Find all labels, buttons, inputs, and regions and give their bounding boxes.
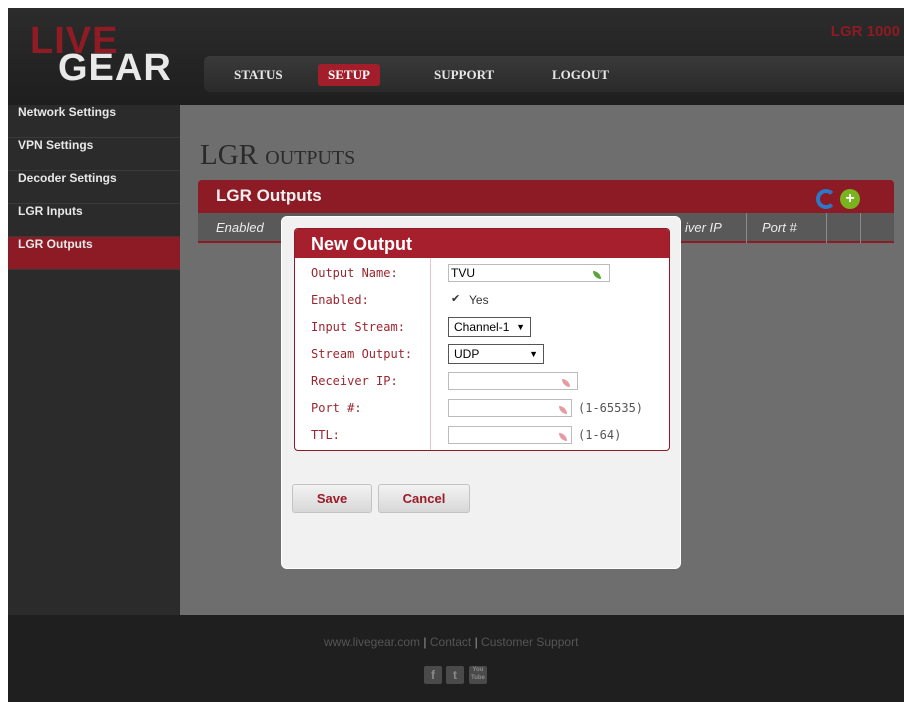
column-port: Port # (762, 220, 797, 235)
nav-support[interactable]: SUPPORT (424, 64, 504, 86)
label-port: Port #: (311, 401, 362, 415)
footer: www.livegear.com | Contact | Customer Su… (8, 615, 904, 702)
sidebar-item-network-settings[interactable]: Network Settings (8, 105, 180, 138)
panel-header: LGR Outputs + (198, 180, 894, 213)
label-input-stream: Input Stream: (311, 320, 405, 334)
cancel-button[interactable]: Cancel (378, 484, 470, 513)
add-icon[interactable]: + (840, 189, 860, 209)
input-stream-select[interactable]: Channel-1 ▼ (448, 317, 531, 337)
logo-bottom: GEAR (58, 47, 172, 89)
dropdown-arrow-icon: ▼ (529, 349, 538, 359)
youtube-icon[interactable]: You Tube (469, 666, 487, 684)
footer-link-support[interactable]: Customer Support (481, 635, 578, 649)
footer-separator: | (474, 635, 478, 649)
label-stream-output: Stream Output: (311, 347, 413, 361)
ttl-range-hint: (1-64) (578, 428, 622, 442)
header: LIVE GEAR LGR 1000 STATUS SETUP SUPPORT … (8, 8, 904, 105)
label-output-name: Output Name: (311, 266, 398, 280)
sidebar-item-decoder-settings[interactable]: Decoder Settings (8, 171, 180, 204)
enabled-yes-label: Yes (469, 293, 489, 307)
nav-logout[interactable]: LOGOUT (542, 64, 619, 86)
row-input-stream: Input Stream: Channel-1 ▼ (295, 314, 669, 341)
label-enabled: Enabled: (311, 293, 369, 307)
sidebar-item-lgr-inputs[interactable]: LGR Inputs (8, 204, 180, 237)
column-receiver-ip: iver IP (685, 220, 722, 235)
device-model: LGR 1000 (830, 23, 900, 40)
footer-separator: | (423, 635, 427, 649)
page-title: LGR outputs (200, 139, 356, 171)
footer-links: www.livegear.com | Contact | Customer Su… (324, 635, 578, 649)
column-divider (746, 213, 747, 243)
livegear-logo[interactable]: LIVE GEAR (24, 22, 194, 92)
row-port: Port #: (1-65535) (295, 395, 669, 422)
row-enabled: Enabled: ✔ Yes (295, 287, 669, 314)
dialog-title: New Output (311, 234, 412, 254)
twitter-icon[interactable]: t (446, 666, 464, 684)
new-output-form: New Output Output Name: TVU Enabled: ✔ Y… (294, 228, 670, 451)
nav-status[interactable]: STATUS (224, 64, 293, 86)
dropdown-arrow-icon: ▼ (516, 322, 525, 332)
new-output-dialog: New Output Output Name: TVU Enabled: ✔ Y… (281, 216, 681, 569)
stream-output-select[interactable]: UDP ▼ (448, 344, 544, 364)
top-nav: STATUS SETUP SUPPORT LOGOUT (204, 56, 904, 92)
label-ttl: TTL: (311, 428, 340, 442)
save-button[interactable]: Save (292, 484, 372, 513)
refresh-icon[interactable] (816, 189, 836, 209)
column-divider (860, 213, 861, 243)
footer-link-site[interactable]: www.livegear.com (324, 635, 420, 649)
input-stream-value: Channel-1 (454, 320, 510, 334)
column-divider (826, 213, 827, 243)
stream-output-value: UDP (454, 347, 480, 361)
enabled-checkbox[interactable]: ✔ (451, 293, 463, 305)
label-receiver-ip: Receiver IP: (311, 374, 398, 388)
sidebar-item-lgr-outputs[interactable]: LGR Outputs (8, 237, 180, 270)
footer-link-contact[interactable]: Contact (430, 635, 471, 649)
dialog-header: New Output (295, 229, 669, 258)
row-output-name: Output Name: TVU (295, 260, 669, 287)
sidebar: Network Settings VPN Settings Decoder Se… (8, 105, 180, 615)
ttl-input[interactable] (448, 426, 572, 444)
nav-setup[interactable]: SETUP (318, 64, 380, 86)
port-input[interactable] (448, 399, 572, 417)
receiver-ip-input[interactable] (448, 372, 578, 390)
sidebar-item-vpn-settings[interactable]: VPN Settings (8, 138, 180, 171)
row-ttl: TTL: (1-64) (295, 422, 669, 449)
row-receiver-ip: Receiver IP: (295, 368, 669, 395)
column-enabled: Enabled (216, 220, 264, 235)
panel-title: LGR Outputs (216, 186, 322, 205)
facebook-icon[interactable]: f (424, 666, 442, 684)
output-name-input[interactable]: TVU (448, 264, 610, 282)
row-stream-output: Stream Output: UDP ▼ (295, 341, 669, 368)
port-range-hint: (1-65535) (578, 401, 644, 415)
